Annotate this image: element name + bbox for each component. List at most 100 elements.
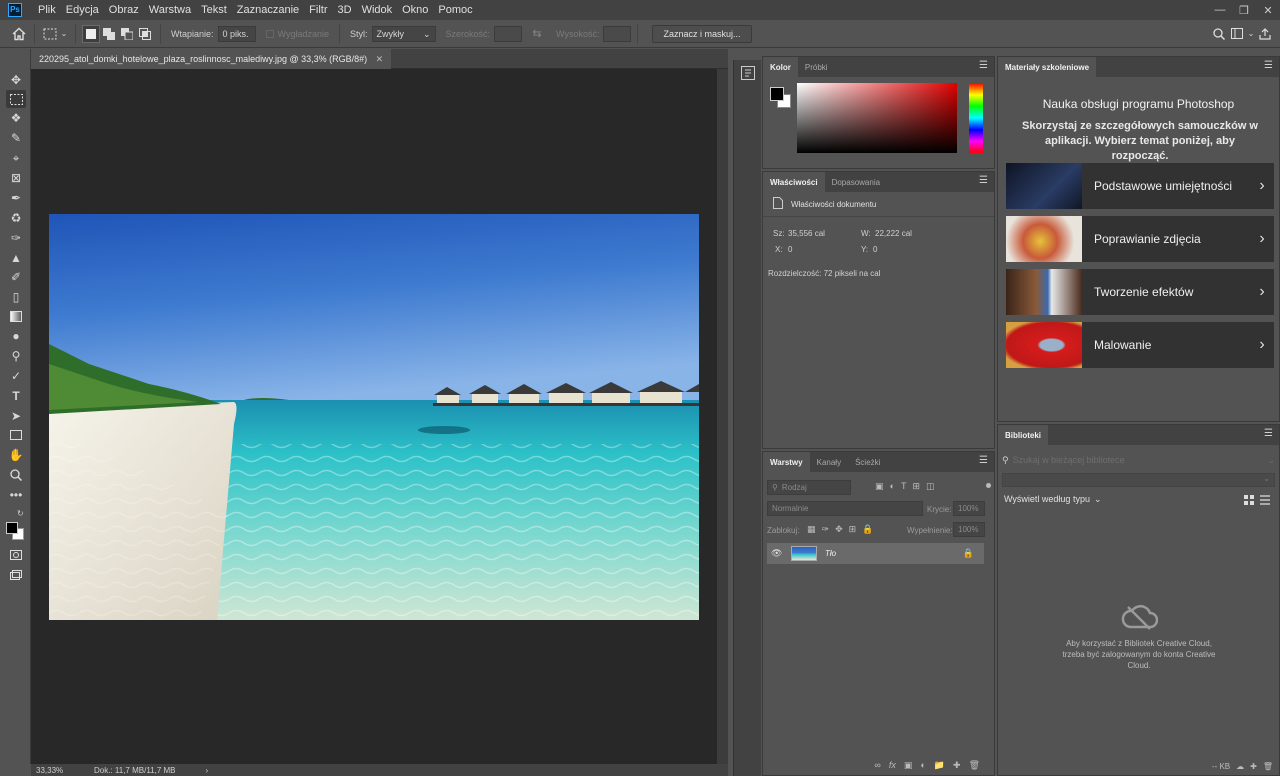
delete-layer-icon[interactable]: 🗑 bbox=[969, 760, 980, 771]
smart-object-filter-icon[interactable]: ◫ bbox=[926, 481, 935, 492]
style-select[interactable]: Zwykły ⌄ bbox=[371, 25, 436, 42]
panel-menu-icon[interactable]: ☰ bbox=[979, 175, 988, 187]
more-tools-icon[interactable]: ••• bbox=[6, 486, 26, 504]
adjustment-layer-filter-icon[interactable]: ◐ bbox=[890, 481, 895, 492]
y-value[interactable]: 0 bbox=[873, 245, 877, 254]
restore-icon[interactable]: ❐ bbox=[1232, 0, 1256, 20]
share-icon[interactable] bbox=[1256, 25, 1274, 43]
library-search-input[interactable]: ⚲ Szukaj w bieżącej bibliotece ⌄ bbox=[1002, 452, 1275, 468]
panel-menu-icon[interactable]: ☰ bbox=[979, 60, 988, 72]
lock-image-pixels-icon[interactable]: ✑ bbox=[822, 524, 830, 535]
grid-view-icon[interactable] bbox=[1244, 495, 1254, 508]
layer-row[interactable]: 👁 Tło 🔒 bbox=[767, 543, 984, 564]
x-value[interactable]: 0 bbox=[788, 245, 792, 254]
filter-toggle-icon[interactable] bbox=[986, 483, 991, 488]
antialias-checkbox[interactable] bbox=[265, 29, 274, 38]
menu-help[interactable]: Pomoc bbox=[433, 0, 477, 20]
learn-card-painting[interactable]: Malowanie › bbox=[1006, 322, 1274, 368]
move-tool-icon[interactable]: ✥ bbox=[6, 71, 26, 89]
eraser-tool-icon[interactable]: ▯ bbox=[6, 288, 26, 306]
brush-tool-icon[interactable]: ✑ bbox=[6, 229, 26, 247]
learn-card-fix-photo[interactable]: Poprawianie zdjęcia › bbox=[1006, 216, 1274, 262]
select-and-mask-button[interactable]: Zaznacz i maskuj... bbox=[652, 24, 752, 43]
screen-mode-icon[interactable] bbox=[6, 566, 26, 584]
lock-position-icon[interactable]: ✥ bbox=[835, 524, 843, 535]
layer-name[interactable]: Tło bbox=[825, 549, 963, 558]
adjustment-layer-icon[interactable]: ◐ bbox=[920, 760, 925, 770]
eye-icon[interactable]: 👁 bbox=[771, 548, 785, 559]
eyedropper-tool-icon[interactable]: ✒ bbox=[6, 189, 26, 207]
rectangle-tool-icon[interactable] bbox=[6, 426, 26, 444]
lasso-tool-icon[interactable]: ❖ bbox=[6, 109, 26, 127]
canvas-vertical-scrollbar[interactable] bbox=[717, 69, 728, 764]
history-brush-tool-icon[interactable]: ✐ bbox=[6, 268, 26, 286]
gradient-tool-icon[interactable] bbox=[6, 307, 26, 325]
height-input[interactable] bbox=[603, 25, 632, 42]
menu-filter[interactable]: Filtr bbox=[304, 0, 332, 20]
view-by-type-dropdown[interactable]: Wyświetl według typu ⌄ bbox=[1004, 494, 1102, 505]
quick-mask-icon[interactable] bbox=[6, 546, 26, 564]
type-layer-filter-icon[interactable]: T bbox=[901, 481, 907, 492]
swap-colors-icon[interactable]: ↻ bbox=[17, 509, 24, 518]
add-to-selection-icon[interactable] bbox=[100, 25, 118, 43]
minimize-icon[interactable]: — bbox=[1208, 0, 1232, 20]
lock-all-icon[interactable]: 🔒 bbox=[862, 524, 873, 535]
intersect-selection-icon[interactable] bbox=[136, 25, 154, 43]
foreground-color-swatch[interactable] bbox=[6, 522, 18, 534]
subtract-from-selection-icon[interactable] bbox=[118, 25, 136, 43]
color-picker-field[interactable] bbox=[797, 83, 957, 153]
menu-image[interactable]: Obraz bbox=[104, 0, 144, 20]
document-image[interactable] bbox=[49, 214, 699, 620]
search-icon[interactable] bbox=[1210, 25, 1228, 43]
crop-tool-icon[interactable]: ⌖ bbox=[6, 149, 26, 167]
workspace-icon[interactable] bbox=[1228, 25, 1246, 43]
quick-selection-tool-icon[interactable]: ✎ bbox=[6, 129, 26, 147]
canvas-area[interactable] bbox=[31, 69, 717, 764]
swap-dimensions-icon[interactable]: ⇆ bbox=[528, 25, 546, 43]
dodge-tool-icon[interactable]: ⚲ bbox=[6, 347, 26, 365]
menu-3d[interactable]: 3D bbox=[333, 0, 357, 20]
tab-libraries[interactable]: Biblioteki bbox=[998, 425, 1049, 445]
menu-view[interactable]: Widok bbox=[357, 0, 398, 20]
tab-channels[interactable]: Kanały bbox=[810, 452, 848, 472]
learn-card-basic-skills[interactable]: Podstawowe umiejętności › bbox=[1006, 163, 1274, 209]
menu-layer[interactable]: Warstwa bbox=[144, 0, 196, 20]
rectangular-marquee-tool-icon[interactable] bbox=[6, 90, 26, 108]
tab-adjustments[interactable]: Dopasowania bbox=[825, 172, 887, 192]
tab-swatches[interactable]: Próbki bbox=[798, 57, 835, 77]
library-select[interactable]: ⌄ bbox=[1002, 473, 1275, 487]
fill-input[interactable]: 100% bbox=[953, 522, 985, 537]
opacity-input[interactable]: 100% bbox=[953, 501, 985, 516]
blur-tool-icon[interactable]: ● bbox=[6, 327, 26, 345]
panel-menu-icon[interactable]: ☰ bbox=[1264, 60, 1273, 72]
add-content-icon[interactable]: ✚ bbox=[1250, 762, 1257, 771]
document-tab[interactable]: 220295_atol_domki_hotelowe_plaza_roslinn… bbox=[31, 49, 392, 69]
new-selection-icon[interactable] bbox=[82, 24, 100, 43]
home-icon[interactable] bbox=[10, 25, 28, 43]
menu-type[interactable]: Tekst bbox=[196, 0, 232, 20]
pixel-layer-filter-icon[interactable]: ▣ bbox=[875, 481, 884, 492]
path-selection-tool-icon[interactable]: ➤ bbox=[6, 407, 26, 425]
hue-slider[interactable] bbox=[969, 83, 983, 153]
photoshop-logo-icon[interactable]: Ps bbox=[8, 3, 22, 17]
layer-style-icon[interactable]: fx bbox=[889, 760, 896, 770]
zoom-tool-icon[interactable] bbox=[6, 466, 26, 484]
clone-stamp-tool-icon[interactable]: ▲ bbox=[6, 249, 26, 267]
marquee-preset-icon[interactable] bbox=[41, 25, 59, 43]
chevron-right-icon[interactable]: › bbox=[206, 766, 209, 775]
feather-input[interactable]: 0 piks. bbox=[217, 25, 256, 42]
new-layer-icon[interactable]: ✚ bbox=[953, 760, 961, 771]
new-group-icon[interactable]: 📁 bbox=[934, 760, 945, 771]
shape-layer-filter-icon[interactable]: ⊞ bbox=[912, 481, 920, 492]
close-icon[interactable]: ✕ bbox=[1256, 0, 1280, 20]
layer-filter-select[interactable]: ⚲ Rodzaj bbox=[767, 480, 851, 495]
lock-transparent-pixels-icon[interactable]: ▦ bbox=[807, 524, 816, 535]
history-panel-icon[interactable] bbox=[741, 66, 755, 83]
hand-tool-icon[interactable]: ✋ bbox=[6, 446, 26, 464]
blend-mode-select[interactable]: Normalnie bbox=[767, 501, 923, 516]
tab-color[interactable]: Kolor bbox=[763, 57, 798, 77]
foreground-color-swatch[interactable] bbox=[770, 87, 784, 101]
menu-window[interactable]: Okno bbox=[397, 0, 433, 20]
close-icon[interactable]: ✕ bbox=[376, 54, 384, 65]
type-tool-icon[interactable]: T bbox=[6, 387, 26, 405]
